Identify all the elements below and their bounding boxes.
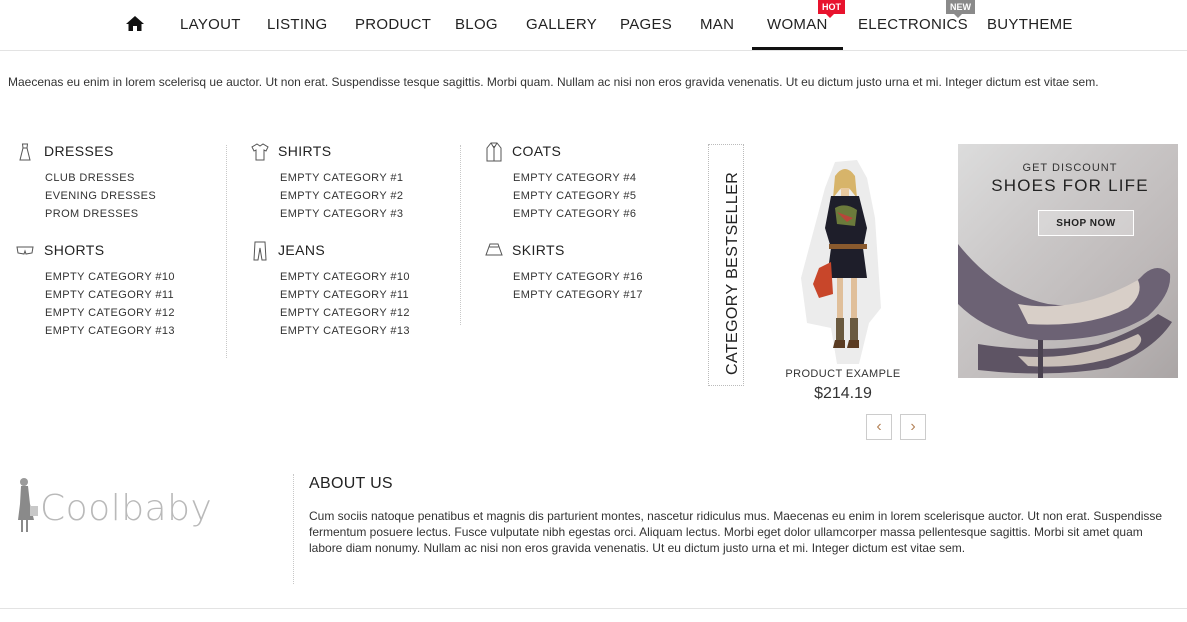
- bestseller-label: CATEGORY BESTSELLER: [724, 171, 741, 375]
- chevron-right-icon: ›: [910, 418, 916, 435]
- product-image[interactable]: [797, 158, 889, 364]
- logo-text[interactable]: Coolbaby: [40, 488, 212, 529]
- category-link[interactable]: EMPTY CATEGORY #11: [45, 288, 174, 302]
- banner-title: SHOES FOR LIFE: [991, 176, 1149, 195]
- nav-item-product[interactable]: PRODUCT: [355, 0, 431, 50]
- promo-banner[interactable]: GET DISCOUNT SHOES FOR LIFE SHOP NOW: [958, 144, 1178, 378]
- product-price: $214.19: [814, 385, 872, 402]
- category-link[interactable]: EMPTY CATEGORY #4: [513, 171, 636, 185]
- nav-item-buytheme[interactable]: BUYTHEME: [987, 0, 1073, 50]
- category-link[interactable]: EMPTY CATEGORY #13: [45, 324, 175, 338]
- column-divider: [460, 145, 461, 325]
- category-link[interactable]: EMPTY CATEGORY #16: [513, 270, 643, 284]
- about-title: ABOUT US: [309, 475, 393, 492]
- footer-divider-line: [0, 608, 1187, 609]
- category-link[interactable]: EMPTY CATEGORY #3: [280, 207, 403, 221]
- dress-icon: [17, 143, 33, 161]
- category-title-shirts[interactable]: SHIRTS: [278, 142, 332, 160]
- category-link[interactable]: EVENING DRESSES: [45, 189, 156, 203]
- category-link[interactable]: EMPTY CATEGORY #6: [513, 207, 636, 221]
- hot-badge: HOT: [818, 0, 845, 18]
- shop-now-button[interactable]: SHOP NOW: [1038, 210, 1134, 236]
- category-link[interactable]: EMPTY CATEGORY #10: [280, 270, 410, 284]
- skirt-icon: [485, 243, 503, 259]
- intro-text: Maecenas eu enim in lorem scelerisq ue a…: [8, 75, 1099, 89]
- nav-item-blog[interactable]: BLOG: [455, 0, 498, 50]
- category-link[interactable]: EMPTY CATEGORY #2: [280, 189, 403, 203]
- banner-subtitle: GET DISCOUNT: [1022, 162, 1118, 174]
- shorts-icon: [16, 243, 34, 259]
- jeans-icon: [253, 241, 269, 261]
- nav-item-layout[interactable]: LAYOUT: [180, 0, 241, 50]
- category-link[interactable]: EMPTY CATEGORY #1: [280, 171, 403, 185]
- shirt-icon: [251, 143, 269, 161]
- new-badge: NEW: [946, 0, 975, 18]
- nav-item-man[interactable]: MAN: [700, 0, 734, 50]
- logo[interactable]: [14, 476, 40, 534]
- prev-button[interactable]: ‹: [866, 414, 892, 440]
- category-link[interactable]: EMPTY CATEGORY #10: [45, 270, 175, 284]
- product-name[interactable]: PRODUCT EXAMPLE: [758, 368, 928, 380]
- coat-icon: [485, 142, 502, 162]
- category-title-shorts[interactable]: SHORTS: [44, 241, 105, 259]
- category-link[interactable]: EMPTY CATEGORY #12: [45, 306, 175, 320]
- nav-item-gallery[interactable]: GALLERY: [526, 0, 597, 50]
- home-icon[interactable]: [126, 16, 144, 32]
- nav-item-listing[interactable]: LISTING: [267, 0, 327, 50]
- category-link[interactable]: EMPTY CATEGORY #5: [513, 189, 636, 203]
- column-divider: [226, 145, 227, 358]
- category-link[interactable]: EMPTY CATEGORY #17: [513, 288, 643, 302]
- category-link[interactable]: PROM DRESSES: [45, 207, 138, 221]
- category-link[interactable]: EMPTY CATEGORY #12: [280, 306, 410, 320]
- category-title-jeans[interactable]: JEANS: [278, 241, 325, 259]
- footer-divider: [293, 474, 294, 584]
- chevron-left-icon: ‹: [876, 418, 882, 435]
- top-navigation: LAYOUT LISTING PRODUCT BLOG GALLERY PAGE…: [0, 0, 1187, 51]
- nav-item-pages[interactable]: PAGES: [620, 0, 672, 50]
- category-link[interactable]: EMPTY CATEGORY #13: [280, 324, 410, 338]
- logo-figure-icon: [18, 478, 38, 532]
- category-title-skirts[interactable]: SKIRTS: [512, 241, 565, 259]
- about-text: Cum sociis natoque penatibus et magnis d…: [309, 509, 1163, 555]
- next-button[interactable]: ›: [900, 414, 926, 440]
- category-title-dresses[interactable]: DRESSES: [44, 142, 114, 160]
- category-link[interactable]: EMPTY CATEGORY #11: [280, 288, 409, 302]
- category-title-coats[interactable]: COATS: [512, 142, 561, 160]
- category-link[interactable]: CLUB DRESSES: [45, 171, 135, 185]
